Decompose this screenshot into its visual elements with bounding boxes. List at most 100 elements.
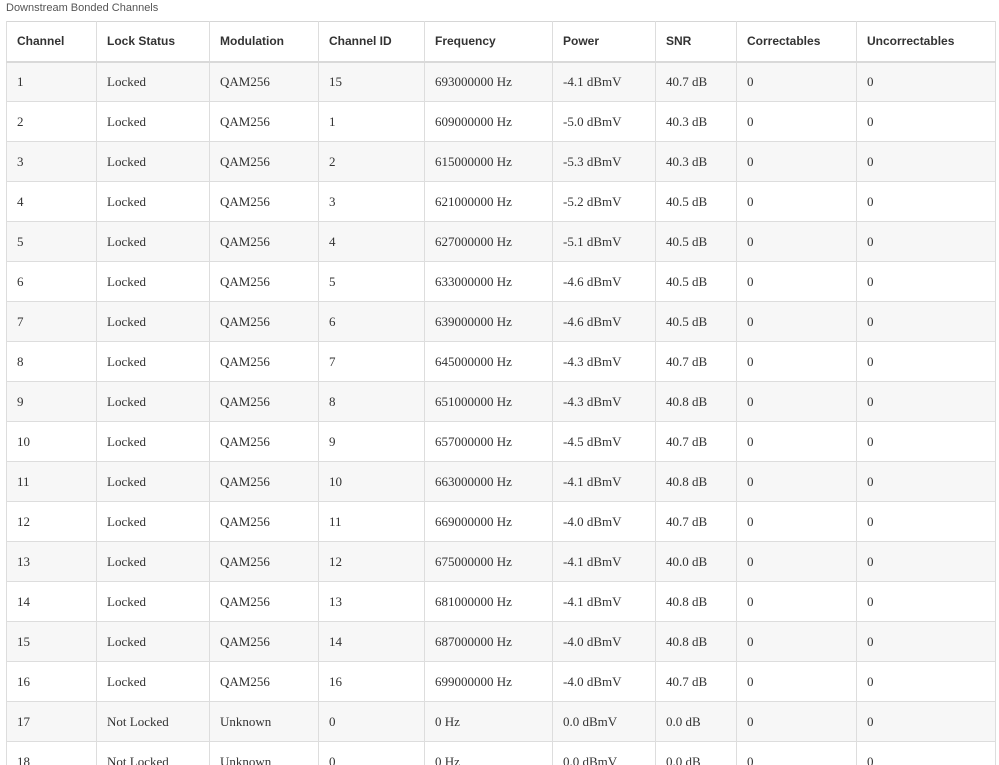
table-row: 9 Locked QAM256 8 651000000 Hz -4.3 dBmV 40.8 … — [6, 381, 996, 422]
power-cell: 0.0 dBmV — [552, 701, 656, 742]
power-cell: -4.5 dBmV — [552, 421, 656, 462]
snr-cell: 40.7 dB — [655, 421, 737, 462]
lock-status-cell: Locked — [96, 61, 210, 102]
modulation-cell: QAM256 — [209, 261, 319, 302]
uncorrectables-cell: 0 — [856, 61, 996, 102]
snr-cell: 40.7 dB — [655, 61, 737, 102]
correctables-cell: 0 — [736, 501, 857, 542]
channel-cell: 11 — [6, 461, 97, 502]
power-cell: -4.1 dBmV — [552, 541, 656, 582]
table-row: 5 Locked QAM256 4 627000000 Hz -5.1 dBmV 40.5 … — [6, 221, 996, 262]
frequency-cell: 609000000 Hz — [424, 101, 553, 142]
header-frequency: Frequency — [424, 21, 553, 63]
correctables-cell: 0 — [736, 381, 857, 422]
table-row: 12 Locked QAM256 11 669000000 Hz -4.0 dBmV 40.… — [6, 501, 996, 542]
channel-cell: 18 — [6, 741, 97, 765]
channel-cell: 7 — [6, 301, 97, 342]
table-caption: Downstream Bonded Channels — [6, 2, 159, 14]
channel-cell: 3 — [6, 141, 97, 182]
modulation-cell: QAM256 — [209, 341, 319, 382]
lock-status-cell: Locked — [96, 461, 210, 502]
table-body: 1 Locked QAM256 15 693000000 Hz -4.1 dBmV 40.7… — [6, 61, 996, 765]
header-modulation: Modulation — [209, 21, 319, 63]
frequency-cell: 699000000 Hz — [424, 661, 553, 702]
lock-status-cell: Locked — [96, 181, 210, 222]
channel-id-cell: 3 — [318, 181, 425, 222]
snr-cell: 0.0 dB — [655, 741, 737, 765]
snr-cell: 40.8 dB — [655, 621, 737, 662]
channel-id-cell: 1 — [318, 101, 425, 142]
uncorrectables-cell: 0 — [856, 741, 996, 765]
lock-status-cell: Locked — [96, 261, 210, 302]
lock-status-cell: Locked — [96, 621, 210, 662]
channel-id-cell: 14 — [318, 621, 425, 662]
correctables-cell: 0 — [736, 701, 857, 742]
table-row: 6 Locked QAM256 5 633000000 Hz -4.6 dBmV 40.5 … — [6, 261, 996, 302]
snr-cell: 40.5 dB — [655, 181, 737, 222]
modulation-cell: QAM256 — [209, 421, 319, 462]
snr-cell: 40.5 dB — [655, 301, 737, 342]
channel-id-cell: 4 — [318, 221, 425, 262]
channel-id-cell: 0 — [318, 741, 425, 765]
snr-cell: 40.8 dB — [655, 461, 737, 502]
modulation-cell: QAM256 — [209, 61, 319, 102]
power-cell: -4.3 dBmV — [552, 341, 656, 382]
frequency-cell: 669000000 Hz — [424, 501, 553, 542]
modulation-cell: QAM256 — [209, 141, 319, 182]
table-row: 1 Locked QAM256 15 693000000 Hz -4.1 dBmV 40.7… — [6, 61, 996, 102]
table-row: 3 Locked QAM256 2 615000000 Hz -5.3 dBmV 40.3 … — [6, 141, 996, 182]
power-cell: -4.1 dBmV — [552, 581, 656, 622]
frequency-cell: 675000000 Hz — [424, 541, 553, 582]
modulation-cell: QAM256 — [209, 301, 319, 342]
lock-status-cell: Locked — [96, 421, 210, 462]
power-cell: -4.1 dBmV — [552, 61, 656, 102]
lock-status-cell: Locked — [96, 221, 210, 262]
correctables-cell: 0 — [736, 221, 857, 262]
frequency-cell: 663000000 Hz — [424, 461, 553, 502]
header-snr: SNR — [655, 21, 737, 63]
uncorrectables-cell: 0 — [856, 341, 996, 382]
correctables-cell: 0 — [736, 261, 857, 302]
channel-id-cell: 9 — [318, 421, 425, 462]
uncorrectables-cell: 0 — [856, 701, 996, 742]
correctables-cell: 0 — [736, 461, 857, 502]
lock-status-cell: Locked — [96, 301, 210, 342]
modulation-cell: Unknown — [209, 741, 319, 765]
modulation-cell: QAM256 — [209, 221, 319, 262]
snr-cell: 40.7 dB — [655, 341, 737, 382]
power-cell: -4.0 dBmV — [552, 661, 656, 702]
channel-cell: 15 — [6, 621, 97, 662]
channel-id-cell: 7 — [318, 341, 425, 382]
header-power: Power — [552, 21, 656, 63]
power-cell: -4.6 dBmV — [552, 301, 656, 342]
lock-status-cell: Locked — [96, 341, 210, 382]
correctables-cell: 0 — [736, 421, 857, 462]
frequency-cell: 687000000 Hz — [424, 621, 553, 662]
uncorrectables-cell: 0 — [856, 581, 996, 622]
lock-status-cell: Locked — [96, 661, 210, 702]
channel-cell: 2 — [6, 101, 97, 142]
power-cell: -4.0 dBmV — [552, 621, 656, 662]
channel-id-cell: 10 — [318, 461, 425, 502]
table-row: 7 Locked QAM256 6 639000000 Hz -4.6 dBmV 40.5 … — [6, 301, 996, 342]
power-cell: -5.1 dBmV — [552, 221, 656, 262]
correctables-cell: 0 — [736, 621, 857, 662]
snr-cell: 40.5 dB — [655, 261, 737, 302]
lock-status-cell: Locked — [96, 501, 210, 542]
channel-id-cell: 5 — [318, 261, 425, 302]
header-correctables: Correctables — [736, 21, 857, 63]
channel-id-cell: 0 — [318, 701, 425, 742]
uncorrectables-cell: 0 — [856, 621, 996, 662]
uncorrectables-cell: 0 — [856, 301, 996, 342]
header-channel: Channel — [6, 21, 97, 63]
frequency-cell: 651000000 Hz — [424, 381, 553, 422]
correctables-cell: 0 — [736, 541, 857, 582]
frequency-cell: 639000000 Hz — [424, 301, 553, 342]
frequency-cell: 645000000 Hz — [424, 341, 553, 382]
modulation-cell: QAM256 — [209, 501, 319, 542]
table-row: 11 Locked QAM256 10 663000000 Hz -4.1 dBmV 40.… — [6, 461, 996, 502]
frequency-cell: 621000000 Hz — [424, 181, 553, 222]
uncorrectables-cell: 0 — [856, 181, 996, 222]
uncorrectables-cell: 0 — [856, 101, 996, 142]
power-cell: -5.2 dBmV — [552, 181, 656, 222]
